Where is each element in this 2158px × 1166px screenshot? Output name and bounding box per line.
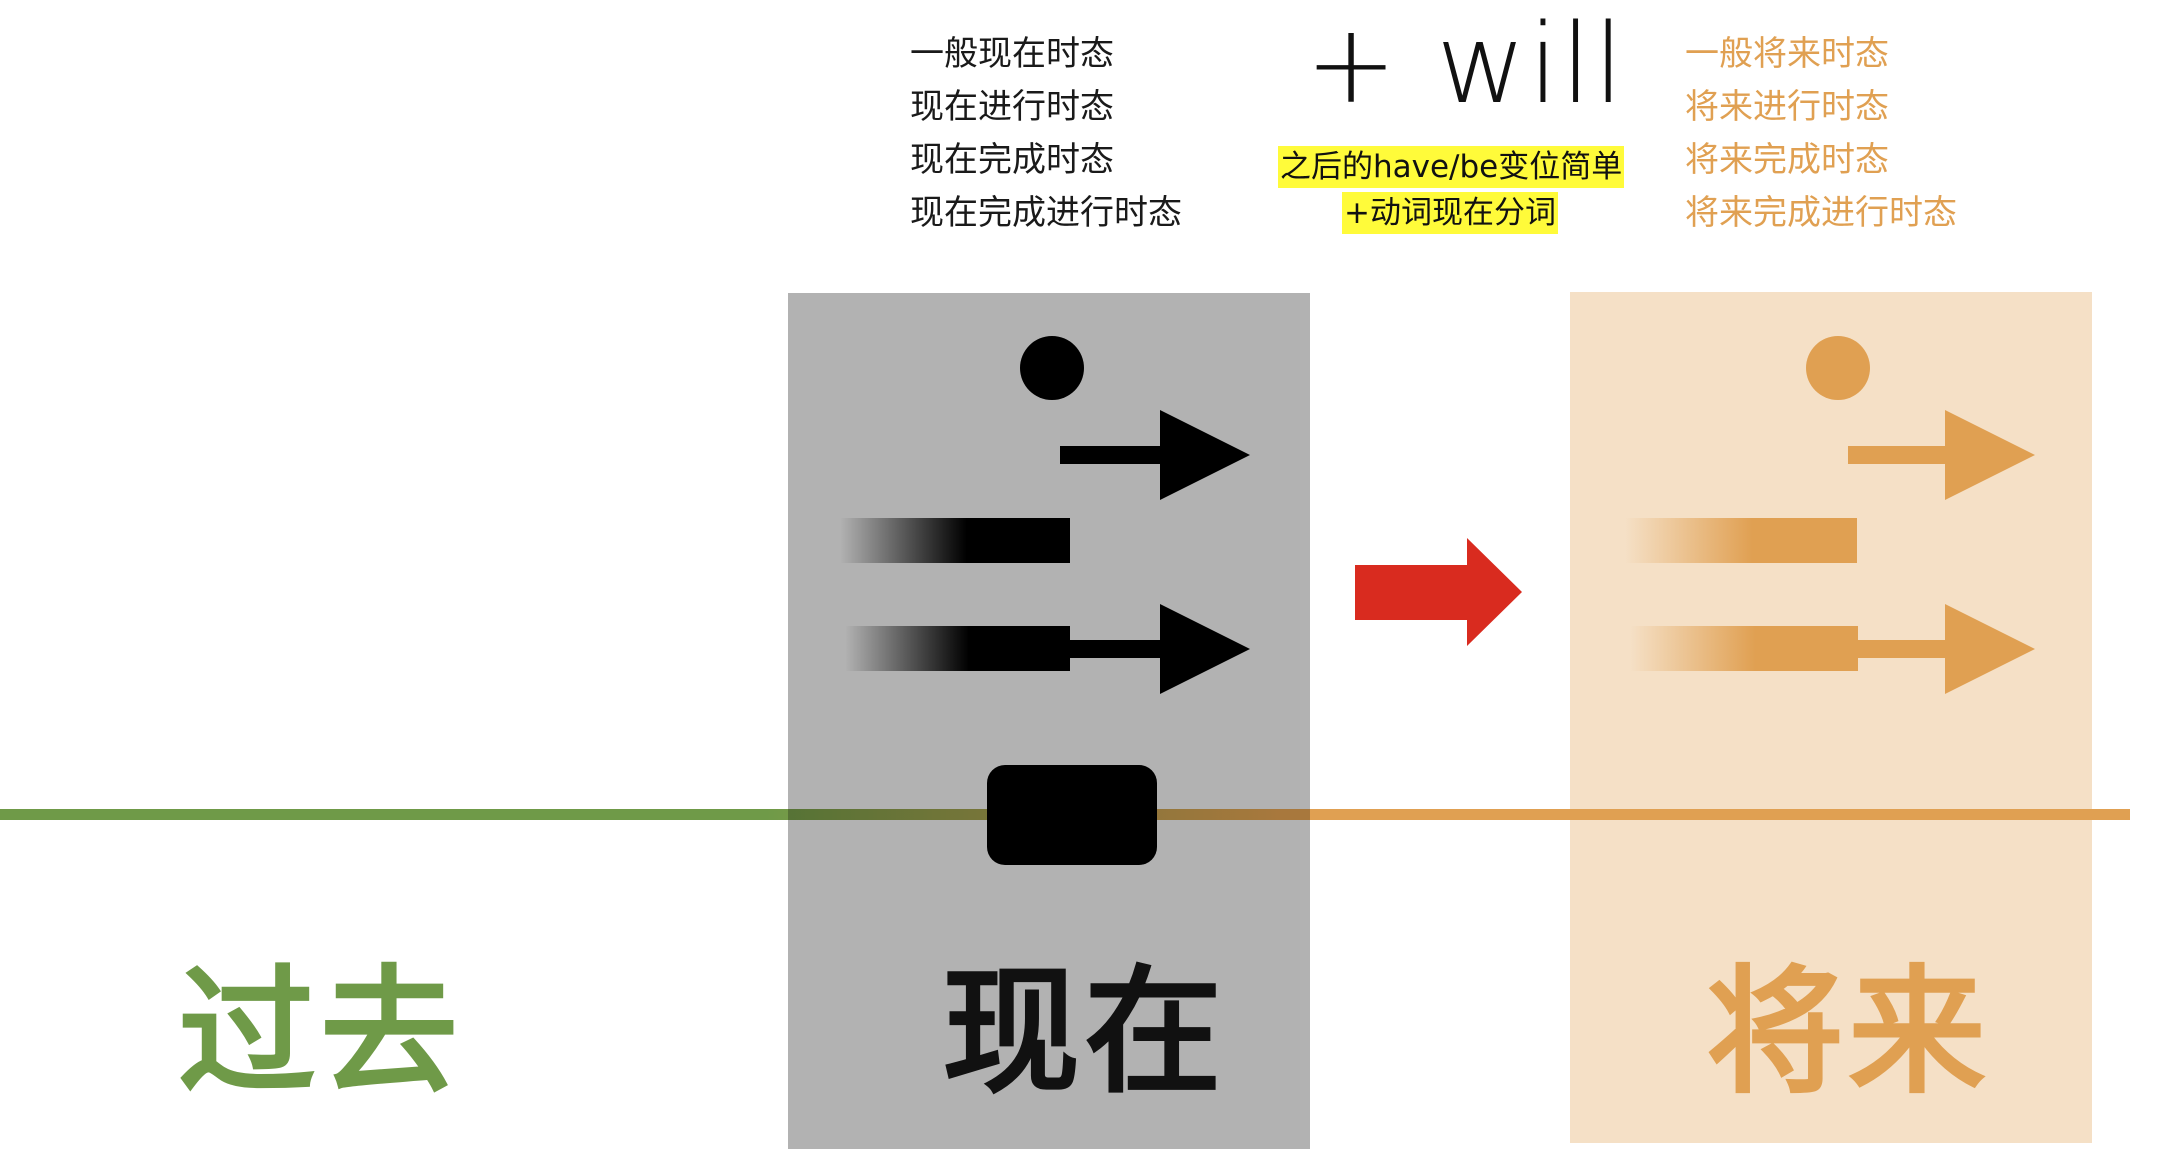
present-label: 现在 [942, 950, 1227, 1113]
progressive-arrow-icon [1060, 410, 1250, 500]
perfect-progressive-arrow-icon [845, 604, 1250, 694]
perfect-bar-icon [840, 518, 1070, 563]
future-progressive-arrow-icon [1848, 410, 2035, 500]
simple-dot-icon [1020, 336, 1084, 400]
future-label: 将来 [1706, 950, 1991, 1113]
past-label: 过去 [178, 950, 463, 1113]
future-perfect-progressive-arrow-icon [1630, 604, 2035, 694]
future-perfect-bar-icon [1625, 518, 1857, 563]
transition-arrow-icon [1355, 538, 1522, 646]
future-simple-dot-icon [1806, 336, 1870, 400]
now-marker-icon [987, 765, 1157, 865]
